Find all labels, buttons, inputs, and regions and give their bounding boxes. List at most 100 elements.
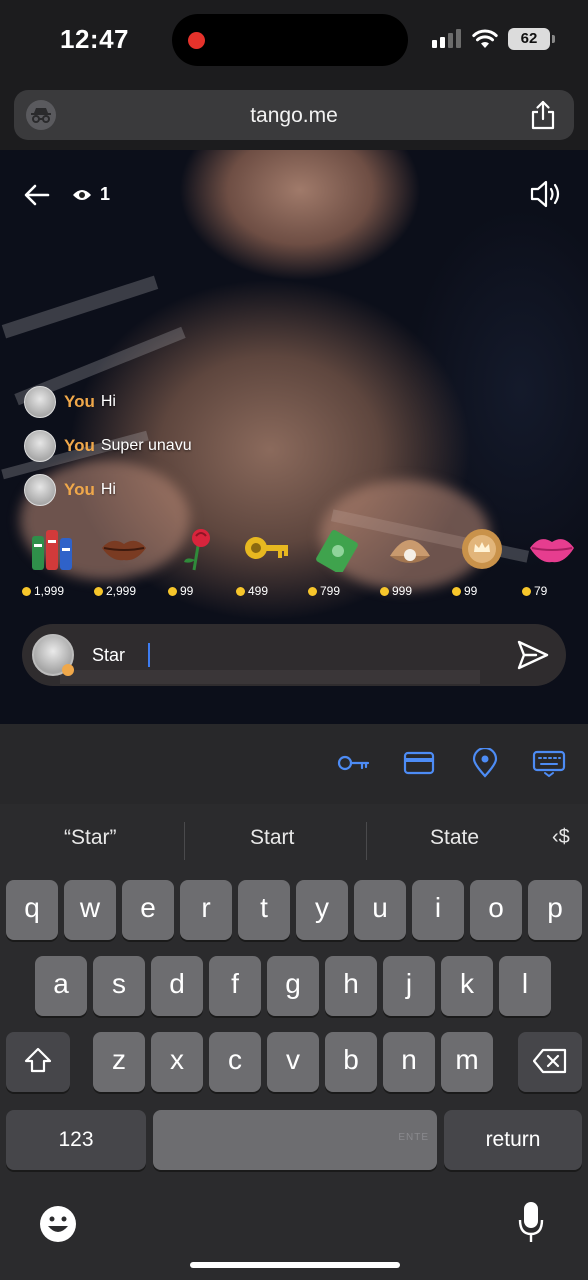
chat-messages: You Hi You Super unavu You Hi [24, 380, 192, 512]
cellular-signal-icon [432, 28, 461, 48]
avatar[interactable] [32, 634, 74, 676]
avatar[interactable] [24, 474, 56, 506]
key-g[interactable]: g [267, 956, 319, 1016]
share-icon[interactable] [530, 100, 556, 130]
chat-text: Hi [100, 393, 116, 410]
recording-indicator-icon [188, 32, 205, 49]
gift-price: 999 [392, 584, 413, 598]
home-indicator [190, 1262, 400, 1268]
credit-card-icon[interactable] [402, 748, 436, 778]
key-p[interactable]: p [528, 880, 582, 940]
chat-text: Super unavu [100, 437, 192, 454]
wifi-icon [472, 29, 498, 48]
gift-item[interactable]: 499 [232, 520, 302, 610]
gift-item[interactable]: 799 [304, 520, 374, 610]
viewer-count: 1 [72, 184, 110, 205]
gift-item[interactable]: 2,999 [90, 520, 160, 610]
chat-message: You Hi [24, 380, 192, 424]
avatar[interactable] [24, 430, 56, 462]
chat-input-bar [22, 624, 566, 686]
software-keyboard: “Star” Start State ‹$ q w e r t y u i o … [0, 804, 588, 1280]
backspace-key[interactable] [518, 1032, 582, 1092]
suggestion-overflow-icon[interactable]: ‹$ [552, 826, 570, 849]
key-j[interactable]: j [383, 956, 435, 1016]
avatar[interactable] [24, 386, 56, 418]
key-w[interactable]: w [64, 880, 116, 940]
gift-price: 799 [320, 584, 341, 598]
suggestion-item[interactable]: “Star” [64, 826, 117, 850]
key-r[interactable]: r [180, 880, 232, 940]
arrow-left-icon[interactable] [22, 180, 52, 210]
text-caret [148, 643, 150, 667]
key-u[interactable]: u [354, 880, 406, 940]
chat-message: You Hi [24, 468, 192, 512]
key-y[interactable]: y [296, 880, 348, 940]
shift-icon [24, 1047, 52, 1073]
numbers-key[interactable]: 123 [6, 1110, 146, 1170]
gift-price: 1,999 [34, 584, 65, 598]
key-m[interactable]: m [441, 1032, 493, 1092]
emoji-icon[interactable] [38, 1204, 78, 1244]
gift-price: 99 [464, 584, 478, 598]
browser-toolbar: tango.me [0, 84, 588, 150]
eye-icon [73, 189, 91, 200]
key-f[interactable]: f [209, 956, 261, 1016]
location-pin-icon[interactable] [468, 748, 502, 778]
key-x[interactable]: x [151, 1032, 203, 1092]
status-time: 12:47 [60, 24, 129, 54]
gift-item[interactable]: 79 [518, 520, 588, 610]
gift-item[interactable]: 999 [376, 520, 446, 610]
key-t[interactable]: t [238, 880, 290, 940]
url-text[interactable]: tango.me [14, 104, 574, 128]
suggestion-divider [366, 822, 367, 860]
lips-icon [102, 540, 146, 561]
key-icon[interactable] [336, 748, 370, 778]
key-c[interactable]: c [209, 1032, 261, 1092]
key-a[interactable]: a [35, 956, 87, 1016]
gift-price: 79 [534, 584, 548, 598]
return-key[interactable]: return [444, 1110, 582, 1170]
chat-text: Hi [100, 481, 116, 498]
chat-sender: You [64, 436, 95, 455]
gift-item[interactable]: 99 [164, 520, 234, 610]
gift-bar: 1,999 2,999 99 499 799 999 99 79 [18, 520, 588, 610]
key-q[interactable]: q [6, 880, 58, 940]
rose-icon [184, 529, 210, 571]
send-icon[interactable] [516, 638, 550, 672]
live-stream-video[interactable]: 1 You Hi You Super unavu You Hi 1,999 2,… [0, 150, 588, 724]
address-bar[interactable]: tango.me [14, 90, 574, 140]
gift-item[interactable]: 1,999 [18, 520, 88, 610]
key-d[interactable]: d [151, 956, 203, 1016]
key-l[interactable]: l [499, 956, 551, 1016]
chat-sender: You [64, 480, 95, 499]
key-s[interactable]: s [93, 956, 145, 1016]
gift-price: 499 [248, 584, 269, 598]
suggestion-item[interactable]: State [430, 826, 479, 850]
gift-item[interactable]: 99 [448, 520, 518, 610]
speaker-icon[interactable] [528, 178, 564, 210]
key-h[interactable]: h [325, 956, 377, 1016]
suggestion-divider [184, 822, 185, 860]
shift-key[interactable] [6, 1032, 70, 1092]
microphone-icon[interactable] [518, 1200, 544, 1244]
kiss-lips-icon [530, 539, 574, 563]
suggestion-item[interactable]: Start [250, 826, 294, 850]
key-v[interactable]: v [267, 1032, 319, 1092]
chat-sender: You [64, 392, 95, 411]
gift-price: 99 [180, 584, 194, 598]
crown-coin-icon [462, 529, 502, 569]
key-i[interactable]: i [412, 880, 464, 940]
key-z[interactable]: z [93, 1032, 145, 1092]
key-e[interactable]: e [122, 880, 174, 940]
key-b[interactable]: b [325, 1032, 377, 1092]
gift-price: 2,999 [106, 584, 137, 598]
pearl-shell-icon [390, 540, 430, 563]
key-n[interactable]: n [383, 1032, 435, 1092]
space-key[interactable]: ENTE [153, 1110, 437, 1170]
suggestion-bar: “Star” Start State ‹$ [0, 804, 588, 876]
keyboard-icon[interactable] [532, 748, 566, 778]
key-k[interactable]: k [441, 956, 493, 1016]
keyboard-accessory-bar [0, 724, 588, 804]
key-o[interactable]: o [470, 880, 522, 940]
chat-message: You Super unavu [24, 424, 192, 468]
